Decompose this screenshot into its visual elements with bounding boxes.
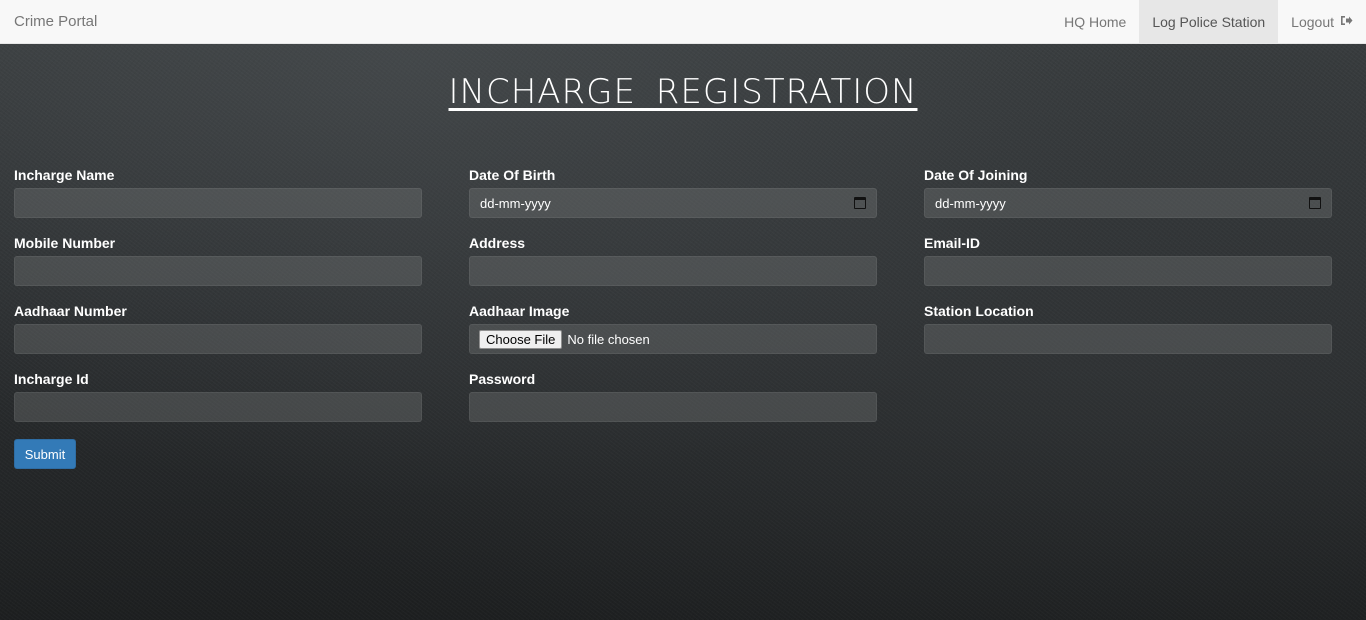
nav-hq-home[interactable]: HQ Home [1051, 0, 1139, 44]
station-location-label: Station Location [924, 303, 1034, 319]
email-id-input[interactable] [924, 256, 1332, 286]
logout-icon [1340, 0, 1353, 44]
logout-label: Logout [1291, 13, 1334, 30]
field-station-location: Station Location [924, 302, 1332, 354]
field-address: Address [469, 234, 877, 286]
field-mobile-number: Mobile Number [14, 234, 422, 286]
incharge-id-label: Incharge Id [14, 371, 89, 387]
address-label: Address [469, 235, 526, 251]
password-label: Password [469, 371, 536, 387]
date-of-joining-input[interactable]: dd-mm-yyyy [924, 188, 1332, 218]
incharge-name-label: Incharge Name [14, 167, 115, 183]
aadhaar-image-label: Aadhaar Image [469, 303, 570, 319]
mobile-number-input[interactable] [14, 256, 422, 286]
mobile-number-label: Mobile Number [14, 235, 116, 251]
incharge-id-input[interactable] [14, 392, 422, 422]
brand-link[interactable]: Crime Portal [0, 0, 97, 44]
incharge-name-input[interactable] [14, 188, 422, 218]
file-status-text: No file chosen [567, 331, 650, 347]
date-of-birth-label: Date Of Birth [469, 167, 556, 183]
calendar-icon[interactable] [1309, 197, 1321, 209]
aadhaar-number-input[interactable] [14, 324, 422, 354]
field-date-of-joining: Date Of Joining dd-mm-yyyy [924, 166, 1332, 218]
field-aadhaar-number: Aadhaar Number [14, 302, 422, 354]
station-location-input[interactable] [924, 324, 1332, 354]
address-input[interactable] [469, 256, 877, 286]
field-aadhaar-image: Aadhaar Image Choose File No file chosen [469, 302, 877, 354]
email-id-label: Email-ID [924, 235, 981, 251]
field-email-id: Email-ID [924, 234, 1332, 286]
password-input[interactable] [469, 392, 877, 422]
field-date-of-birth: Date Of Birth dd-mm-yyyy [469, 166, 877, 218]
calendar-icon[interactable] [854, 197, 866, 209]
nav-log-police-station[interactable]: Log Police Station [1139, 0, 1279, 44]
date-of-joining-value: dd-mm-yyyy [935, 195, 1006, 211]
field-password: Password [469, 370, 877, 422]
aadhaar-number-label: Aadhaar Number [14, 303, 127, 319]
date-of-birth-value: dd-mm-yyyy [480, 195, 551, 211]
field-incharge-name: Incharge Name [14, 166, 422, 218]
nav-logout[interactable]: Logout [1278, 0, 1366, 44]
nav-links: HQ Home Log Police Station Logout [1051, 0, 1366, 44]
top-navbar: Crime Portal HQ Home Log Police Station … [0, 0, 1366, 44]
choose-file-button[interactable]: Choose File [479, 329, 563, 349]
date-of-joining-label: Date Of Joining [924, 167, 1028, 183]
aadhaar-image-input: Choose File No file chosen [469, 324, 877, 354]
page-title-wrap: INCHARGE REGISTRATION [0, 72, 1366, 112]
field-incharge-id: Incharge Id [14, 370, 422, 422]
page-title: INCHARGE REGISTRATION [448, 72, 918, 112]
date-of-birth-input[interactable]: dd-mm-yyyy [469, 188, 877, 218]
submit-button[interactable]: Submit [14, 439, 76, 469]
